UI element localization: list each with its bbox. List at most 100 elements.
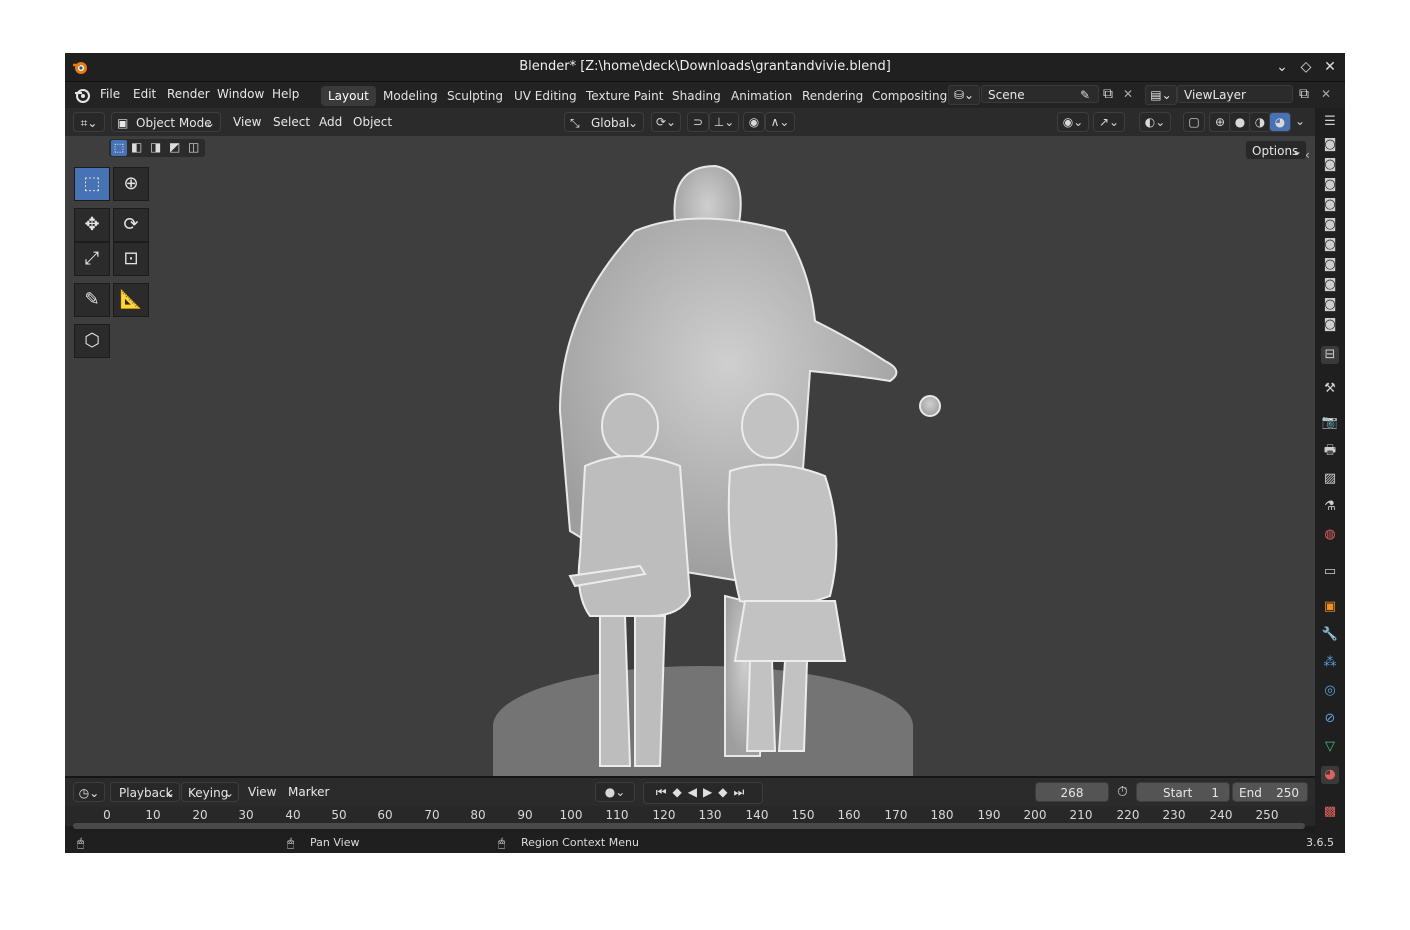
new-view-layer-icon[interactable]: ⧉ (1299, 86, 1309, 102)
object-properties-icon[interactable]: ▣ (1321, 598, 1339, 616)
snap-target-icon[interactable]: ⊥⌄ (709, 112, 739, 132)
material-properties-icon[interactable]: ◕ (1321, 766, 1339, 784)
scene-properties-icon[interactable]: ⚗ (1321, 498, 1339, 516)
gizmo-icon[interactable]: ↗⌄ (1093, 112, 1125, 132)
tool-properties-icon[interactable]: ⚒ (1321, 380, 1339, 398)
scene-type-icon[interactable]: ⛁⌄ (948, 85, 980, 105)
tab-shading[interactable]: Shading (665, 86, 728, 106)
render-visibility-icon[interactable]: ◙ (1321, 236, 1339, 254)
select-subtract-icon[interactable]: ◨ (150, 140, 161, 154)
record-icon[interactable]: ●⌄ (595, 782, 635, 802)
measure-tool[interactable]: 📐 (113, 283, 149, 317)
view-layer-field[interactable]: ViewLayer (1177, 85, 1293, 103)
sidebar-toggle-icon[interactable]: ‹ (1305, 148, 1310, 162)
tab-rendering[interactable]: Rendering (795, 86, 870, 106)
falloff-icon[interactable]: ∧⌄ (765, 112, 795, 132)
render-visibility-icon[interactable]: ◙ (1321, 316, 1339, 334)
render-visibility-icon[interactable]: ◙ (1321, 136, 1339, 154)
timeline-scrollbar[interactable] (73, 823, 1305, 829)
delete-view-layer-icon[interactable]: ✕ (1321, 87, 1331, 101)
stopwatch-icon[interactable]: ⏱ (1117, 784, 1128, 800)
prev-keyframe-icon[interactable]: ◆ (673, 785, 688, 799)
scale-tool[interactable]: ⤢ (74, 242, 110, 276)
chevron-down-icon[interactable]: ⌄ (1273, 58, 1291, 76)
overlay-icon[interactable]: ◐⌄ (1139, 112, 1171, 132)
restore-icon[interactable]: ◇ (1297, 58, 1315, 76)
render-visibility-icon[interactable]: ◙ (1321, 216, 1339, 234)
options-dropdown[interactable]: Options ⌄ (1245, 140, 1307, 160)
render-visibility-icon[interactable]: ◙ (1321, 276, 1339, 294)
timeline-editor-type-icon[interactable]: ◷⌄ (73, 782, 105, 802)
output-properties-icon[interactable]: 🖶 (1321, 442, 1339, 460)
select-new-icon[interactable]: ⬚ (111, 140, 127, 156)
close-icon[interactable]: ✕ (1321, 58, 1339, 76)
render-visibility-icon[interactable]: ◙ (1321, 156, 1339, 174)
menu-window[interactable]: Window (217, 87, 264, 101)
play-icon[interactable]: ▶ (703, 785, 718, 799)
menu-select[interactable]: Select (273, 115, 310, 129)
transform-orientation-dropdown[interactable]: ⤡ Global ⌄ (564, 112, 644, 132)
solid-shading-icon[interactable]: ● (1229, 112, 1251, 132)
transform-tool[interactable]: ⊡ (113, 242, 149, 276)
annotate-tool[interactable]: ✎ (74, 283, 110, 317)
timeline-menu-view[interactable]: View (248, 785, 276, 799)
visibility-icon[interactable]: ◉⌄ (1057, 112, 1089, 132)
start-frame-field[interactable]: Start 1 (1136, 782, 1230, 802)
menu-file[interactable]: File (100, 87, 120, 101)
keying-dropdown[interactable]: Keying ⌄ (181, 782, 239, 802)
menu-view[interactable]: View (233, 115, 261, 129)
tab-animation[interactable]: Animation (724, 86, 799, 106)
3d-viewport[interactable]: ⬚ ◧ ◨ ◩ ◫ Options ⌄ ⬚ ⊕ ✥ ⟳ ⤢ ⊡ ✎ 📐 ⬡ ‹ (65, 136, 1315, 776)
jump-end-icon[interactable]: ⏭ (733, 785, 750, 799)
modifier-properties-icon[interactable]: 🔧 (1321, 626, 1339, 644)
select-box-tool[interactable]: ⬚ (74, 167, 110, 201)
tab-modeling[interactable]: Modeling (376, 86, 445, 106)
menu-object[interactable]: Object (353, 115, 392, 129)
play-reverse-icon[interactable]: ◀ (688, 785, 703, 799)
render-visibility-icon[interactable]: ◙ (1321, 296, 1339, 314)
proportional-edit-icon[interactable]: ◉ (743, 112, 765, 132)
new-scene-icon[interactable]: ⧉ (1103, 86, 1113, 102)
add-cube-tool[interactable]: ⬡ (74, 324, 110, 358)
jump-start-icon[interactable]: ⏮ (656, 785, 673, 799)
particle-properties-icon[interactable]: ⁂ (1321, 654, 1339, 672)
timeline-menu-marker[interactable]: Marker (288, 785, 329, 799)
view-layer-properties-icon[interactable]: ▨ (1321, 470, 1339, 488)
snap-icon[interactable]: ⊃ (687, 112, 709, 132)
tab-layout[interactable]: Layout (321, 86, 376, 106)
select-invert-icon[interactable]: ◩ (169, 140, 180, 154)
statue-model[interactable] (485, 136, 945, 776)
tab-texture-paint[interactable]: Texture Paint (579, 86, 670, 106)
collection-properties-icon[interactable]: ▭ (1321, 563, 1339, 581)
select-extend-icon[interactable]: ◧ (131, 140, 142, 154)
render-properties-icon[interactable]: 📷 (1321, 414, 1339, 432)
data-properties-icon[interactable]: ▽ (1321, 738, 1339, 756)
wireframe-shading-icon[interactable]: ⊕ (1209, 112, 1231, 132)
texture-properties-icon[interactable]: ▩ (1321, 803, 1339, 821)
xray-icon[interactable]: ▢ (1183, 112, 1205, 132)
render-visibility-icon[interactable]: ◙ (1321, 196, 1339, 214)
properties-editor-icon[interactable]: ⊟ (1321, 346, 1339, 364)
cursor-tool[interactable]: ⊕ (113, 167, 149, 201)
delete-scene-icon[interactable]: ✕ (1123, 87, 1133, 101)
pivot-point-icon[interactable]: ⟳⌄ (651, 112, 681, 132)
tab-sculpting[interactable]: Sculpting (440, 86, 510, 106)
shading-options-chevron-icon[interactable]: ⌄ (1291, 112, 1309, 132)
mode-dropdown[interactable]: ▣ Object Mode ⌄ (111, 112, 221, 132)
menu-edit[interactable]: Edit (133, 87, 156, 101)
end-frame-field[interactable]: End 250 (1232, 782, 1308, 802)
render-visibility-icon[interactable]: ◙ (1321, 176, 1339, 194)
select-intersect-icon[interactable]: ◫ (188, 140, 199, 154)
menu-help[interactable]: Help (272, 87, 299, 101)
next-keyframe-icon[interactable]: ◆ (718, 785, 733, 799)
tab-uv-editing[interactable]: UV Editing (507, 86, 584, 106)
tab-compositing[interactable]: Compositing (865, 86, 954, 106)
physics-properties-icon[interactable]: ◎ (1321, 682, 1339, 700)
pin-icon[interactable]: ✎ (1080, 88, 1090, 102)
menu-add[interactable]: Add (319, 115, 342, 129)
material-shading-icon[interactable]: ◑ (1249, 112, 1271, 132)
blender-menu-icon[interactable] (73, 86, 91, 104)
render-visibility-icon[interactable]: ◙ (1321, 256, 1339, 274)
playback-dropdown[interactable]: Playback ⌄ (110, 782, 180, 802)
move-tool[interactable]: ✥ (74, 208, 110, 242)
